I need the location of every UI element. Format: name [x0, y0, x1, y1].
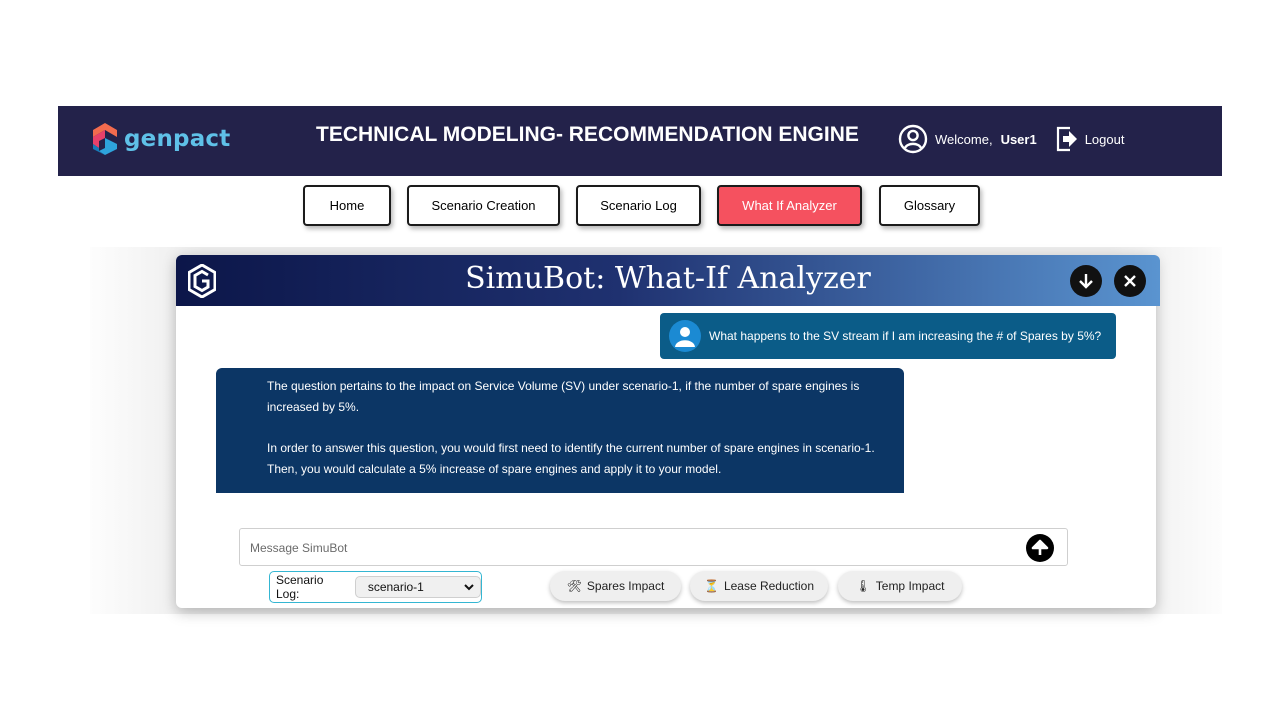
- username: User1: [1000, 131, 1037, 147]
- lease-reduction-chip[interactable]: ⏳ Lease Reduction: [690, 571, 828, 601]
- spares-impact-chip[interactable]: 🛠 Spares Impact: [550, 571, 681, 601]
- user-circle-icon[interactable]: [898, 124, 928, 154]
- bot-message-paragraph: In order to answer this question, you wo…: [267, 441, 875, 476]
- brand-name: genpact: [124, 126, 231, 152]
- welcome-text: Welcome,: [935, 131, 993, 147]
- message-input-box: [239, 528, 1068, 566]
- nav-what-if-analyzer-button[interactable]: What If Analyzer: [717, 185, 862, 226]
- scenario-log-label: Scenario Log:: [276, 573, 324, 601]
- logout-link[interactable]: Logout: [1085, 132, 1125, 147]
- chip-label: Spares Impact: [586, 579, 665, 593]
- user-avatar-icon: [675, 327, 695, 347]
- arrow-up-icon: [1031, 539, 1049, 555]
- download-button[interactable]: [1070, 265, 1102, 297]
- avatar: [669, 320, 701, 352]
- chat-panel: SimuBot: What-If Analyzer What happens t…: [176, 255, 1160, 608]
- user-message-text: What happens to the SV stream if I am in…: [709, 329, 1102, 343]
- scenario-select-value: scenario-1: [367, 580, 424, 594]
- user-message: What happens to the SV stream if I am in…: [660, 313, 1116, 359]
- nav-home-button[interactable]: Home: [303, 185, 391, 226]
- scenario-select[interactable]: scenario-1: [354, 576, 481, 598]
- chip-label: Temp Impact: [875, 579, 945, 593]
- tools-icon: 🛠: [566, 579, 582, 593]
- thermometer-icon: 🌡: [855, 579, 871, 593]
- send-button[interactable]: [1026, 534, 1054, 562]
- nav-scenario-creation-button[interactable]: Scenario Creation: [407, 185, 560, 226]
- logout-icon[interactable]: [1055, 126, 1079, 152]
- temp-impact-chip[interactable]: 🌡 Temp Impact: [838, 571, 962, 601]
- app-header: genpact TECHNICAL MODELING- RECOMMENDATI…: [58, 106, 1222, 176]
- message-input[interactable]: [248, 538, 1012, 558]
- arrow-down-icon: [1079, 274, 1093, 289]
- nav-scenario-log-button[interactable]: Scenario Log: [576, 185, 701, 226]
- nav-glossary-button[interactable]: Glossary: [879, 185, 980, 226]
- chip-label: Lease Reduction: [723, 579, 815, 593]
- close-button[interactable]: [1114, 265, 1146, 297]
- scenario-log-selector: Scenario Log: scenario-1: [269, 571, 482, 603]
- bot-message-paragraph: The question pertains to the impact on S…: [267, 379, 860, 414]
- user-area: Welcome, User1 Logout: [898, 124, 1124, 154]
- bot-message: The question pertains to the impact on S…: [216, 368, 904, 493]
- chevron-down-icon: [464, 584, 474, 591]
- brand-logo[interactable]: genpact: [92, 122, 230, 156]
- genpact-logo-icon: [93, 123, 117, 155]
- close-icon: [1124, 275, 1136, 287]
- chat-header: SimuBot: What-If Analyzer: [176, 255, 1160, 306]
- chat-title: SimuBot: What-If Analyzer: [465, 261, 871, 296]
- app-title: TECHNICAL MODELING- RECOMMENDATION ENGIN…: [316, 123, 859, 146]
- hourglass-icon: ⏳: [703, 579, 719, 593]
